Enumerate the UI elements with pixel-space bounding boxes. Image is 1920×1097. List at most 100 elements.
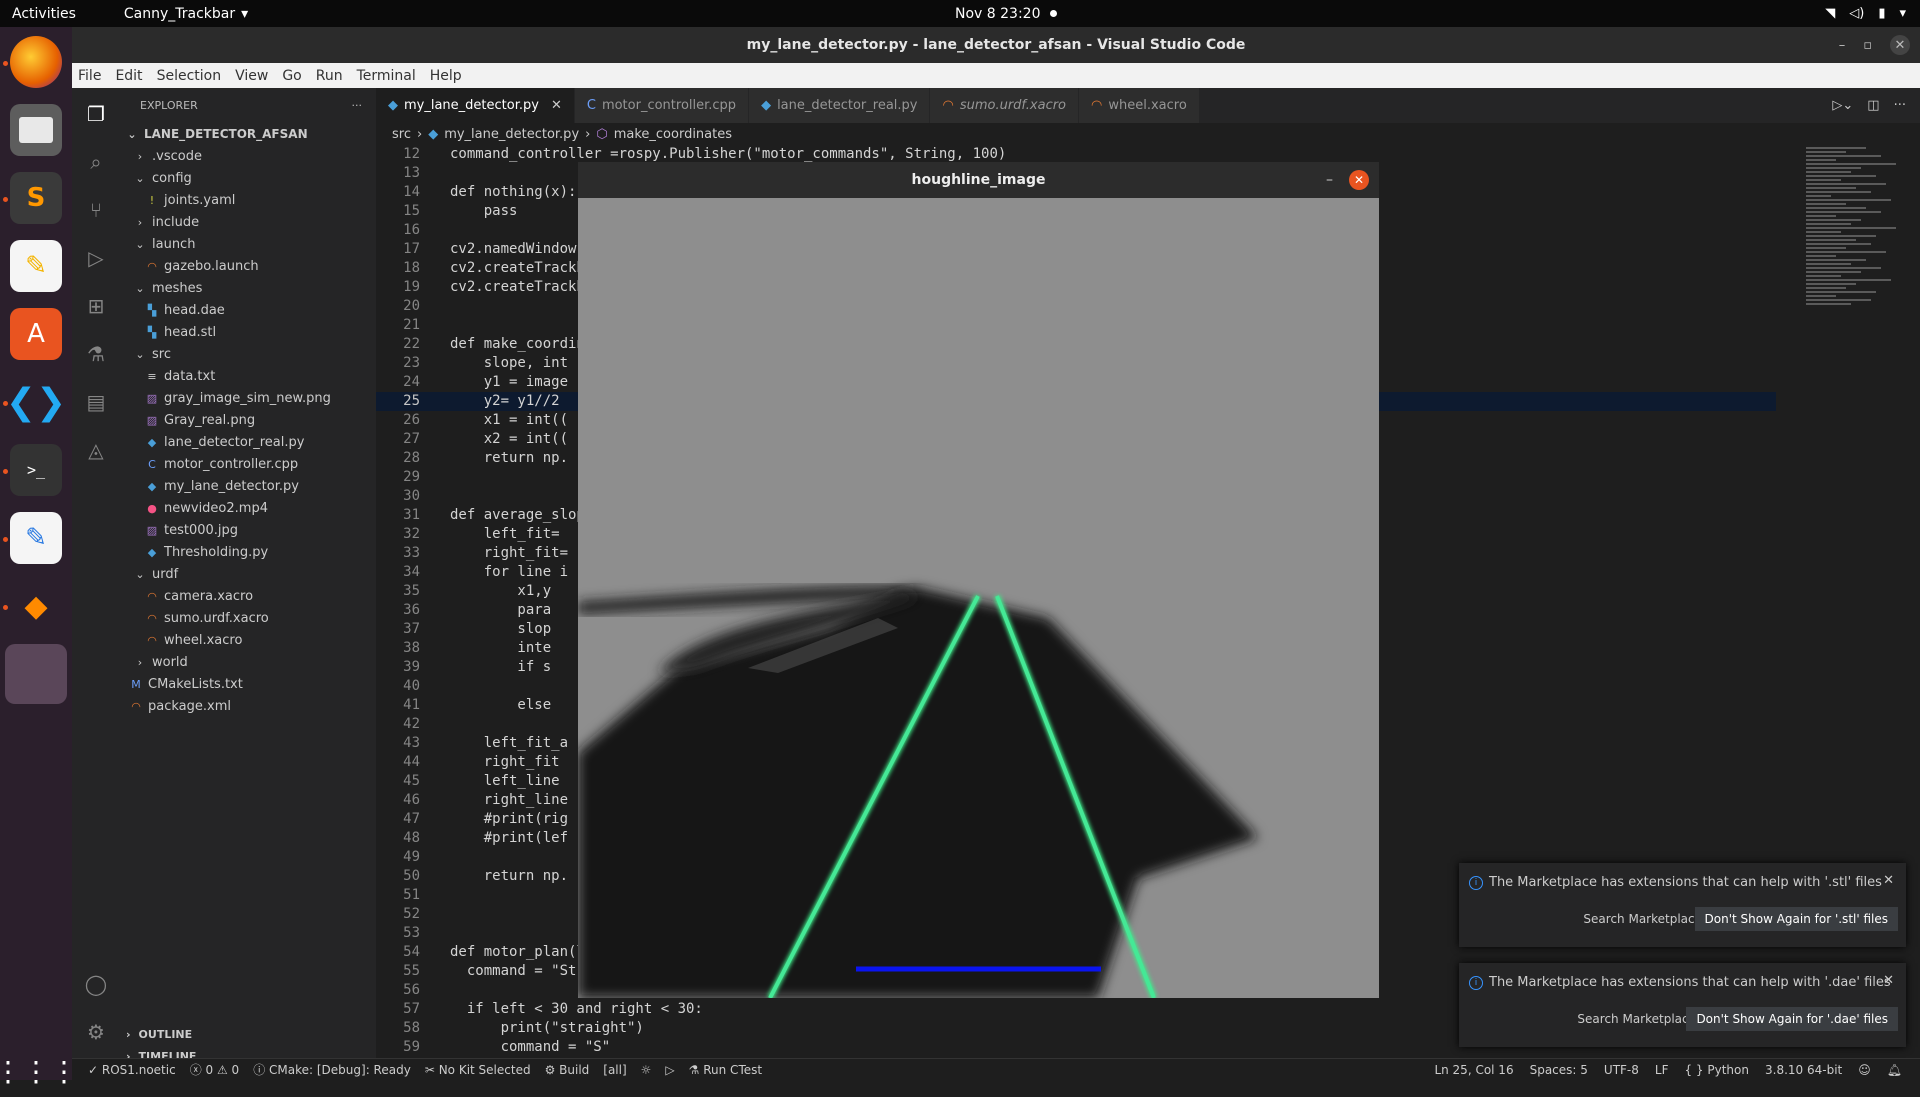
feedback-icon[interactable]: ☺ xyxy=(1858,1063,1871,1077)
files-icon[interactable] xyxy=(10,104,62,156)
kit-status[interactable]: ✂ No Kit Selected xyxy=(425,1063,531,1077)
text-editor-icon[interactable]: ✎ xyxy=(10,240,62,292)
tab-lane-detector-real[interactable]: ◆ lane_detector_real.py xyxy=(749,88,931,123)
menu-go[interactable]: Go xyxy=(282,68,301,84)
app-menu[interactable]: Canny_Trackbar ▾ xyxy=(124,6,248,22)
firefox-icon[interactable] xyxy=(10,36,62,88)
tree-file[interactable]: ◆ Thresholding.py xyxy=(120,541,376,563)
tree-file[interactable]: M CMakeLists.txt xyxy=(120,673,376,695)
tree-file[interactable]: ◠ camera.xacro xyxy=(120,585,376,607)
tree-file[interactable]: ● newvideo2.mp4 xyxy=(120,497,376,519)
cursor-position[interactable]: Ln 25, Col 16 xyxy=(1434,1063,1513,1077)
text-editor-2-icon[interactable]: ✎ xyxy=(10,512,62,564)
manage-gear-icon[interactable]: ⚙ xyxy=(84,1020,108,1044)
tree-file[interactable]: ◠ gazebo.launch xyxy=(120,255,376,277)
software-center-icon[interactable]: A xyxy=(10,308,62,360)
menu-view[interactable]: View xyxy=(235,68,268,84)
menu-edit[interactable]: Edit xyxy=(115,68,142,84)
debug-icon[interactable]: ☼ xyxy=(641,1063,652,1077)
close-icon[interactable]: ✕ xyxy=(1349,170,1369,190)
tree-file[interactable]: Cmotor_controller.cpp xyxy=(120,453,376,475)
close-notification-icon[interactable]: ✕ xyxy=(1883,973,1894,988)
explorer-root-folder[interactable]: ⌄ LANE_DETECTOR_AFSAN xyxy=(120,123,376,145)
ros-status[interactable]: ✓ ROS1.noetic xyxy=(88,1063,176,1077)
system-tray[interactable]: ◥ ◁) ▮ ▾ xyxy=(1825,6,1906,21)
tree-folder[interactable]: ⌄ src xyxy=(120,343,376,365)
testing-icon[interactable]: ⚗ xyxy=(84,342,108,366)
tree-folder[interactable]: › include xyxy=(120,211,376,233)
tree-folder[interactable]: ⌄ launch xyxy=(120,233,376,255)
breadcrumb-file[interactable]: my_lane_detector.py xyxy=(444,127,579,142)
extensions-icon[interactable]: ⊞ xyxy=(84,294,108,318)
tree-file[interactable]: ▚ head.stl xyxy=(120,321,376,343)
close-notification-icon[interactable]: ✕ xyxy=(1883,873,1894,888)
indentation[interactable]: Spaces: 5 xyxy=(1530,1063,1588,1077)
cmake-status[interactable]: ⓘ CMake: [Debug]: Ready xyxy=(253,1061,411,1078)
minimap[interactable] xyxy=(1806,145,1906,475)
split-editor-icon[interactable]: ◫ xyxy=(1867,98,1879,113)
close-icon[interactable]: ✕ xyxy=(1890,35,1910,55)
search-marketplace-button[interactable]: Search Marketplace xyxy=(1577,1012,1696,1026)
tree-folder[interactable]: › world xyxy=(120,651,376,673)
menu-run[interactable]: Run xyxy=(316,68,343,84)
activities-button[interactable]: Activities xyxy=(12,6,76,22)
menu-terminal[interactable]: Terminal xyxy=(357,68,416,84)
more-actions-icon[interactable]: ··· xyxy=(352,99,363,112)
tree-file[interactable]: ◆ lane_detector_real.py xyxy=(120,431,376,453)
tree-folder[interactable]: › .vscode xyxy=(120,145,376,167)
run-debug-icon[interactable]: ▷ xyxy=(84,246,108,270)
ctest-button[interactable]: ⚗ Run CTest xyxy=(689,1063,762,1077)
search-icon[interactable]: ⌕ xyxy=(84,150,108,174)
gazebo-icon[interactable]: ◆ xyxy=(10,580,62,632)
search-marketplace-button[interactable]: Search Marketplace xyxy=(1583,912,1702,926)
cmake-icon[interactable]: ◬ xyxy=(84,438,108,462)
dont-show-again-button[interactable]: Don't Show Again for '.dae' files xyxy=(1686,1007,1898,1031)
tree-file[interactable]: ▨ test000.jpg xyxy=(120,519,376,541)
more-actions-icon[interactable]: ··· xyxy=(1894,98,1906,113)
tree-file[interactable]: ! joints.yaml xyxy=(120,189,376,211)
explorer-icon[interactable]: ❐ xyxy=(84,102,108,126)
tree-file[interactable]: ◠ package.xml xyxy=(120,695,376,717)
sublime-text-icon[interactable]: S xyxy=(10,172,62,224)
tree-folder[interactable]: ⌄ config xyxy=(120,167,376,189)
menu-help[interactable]: Help xyxy=(430,68,462,84)
tree-folder[interactable]: ⌄ urdf xyxy=(120,563,376,585)
tree-file[interactable]: ◠ wheel.xacro xyxy=(120,629,376,651)
tree-file[interactable]: ▨ gray_image_sim_new.png xyxy=(120,387,376,409)
menu-selection[interactable]: Selection xyxy=(157,68,222,84)
maximize-icon[interactable]: ▫ xyxy=(1863,38,1872,53)
tab-wheel-xacro[interactable]: ◠ wheel.xacro xyxy=(1079,88,1200,123)
source-control-icon[interactable]: ⑂ xyxy=(84,198,108,222)
vscode-icon[interactable]: ❮❯ xyxy=(6,376,66,428)
outline-section[interactable]: › OUTLINE xyxy=(120,1023,376,1045)
show-apps-grid-icon[interactable]: ⋮⋮⋮ xyxy=(0,1045,78,1097)
end-of-line[interactable]: LF xyxy=(1655,1063,1669,1077)
breadcrumb-symbol[interactable]: make_coordinates xyxy=(614,127,732,142)
close-tab-icon[interactable]: ✕ xyxy=(551,98,562,113)
breadcrumb-src[interactable]: src xyxy=(392,127,411,142)
problems-status[interactable]: ⓧ 0 ⚠ 0 xyxy=(190,1061,239,1078)
terminal-icon[interactable]: >_ xyxy=(10,444,62,496)
menu-file[interactable]: File xyxy=(78,68,101,84)
launch-icon[interactable]: ▷ xyxy=(665,1063,674,1077)
tree-folder[interactable]: ⌄ meshes xyxy=(120,277,376,299)
run-file-icon[interactable]: ▷⌄ xyxy=(1832,98,1853,113)
dont-show-again-button[interactable]: Don't Show Again for '.stl' files xyxy=(1694,907,1898,931)
build-button[interactable]: ⚙ Build xyxy=(545,1063,590,1077)
accounts-icon[interactable]: ◯ xyxy=(84,972,108,996)
tree-file[interactable]: ≡ data.txt xyxy=(120,365,376,387)
minimize-icon[interactable]: – xyxy=(1839,38,1846,53)
tree-file[interactable]: ◆ my_lane_detector.py xyxy=(120,475,376,497)
tree-file[interactable]: ▨ Gray_real.png xyxy=(120,409,376,431)
remote-explorer-icon[interactable]: ▤ xyxy=(84,390,108,414)
clock[interactable]: Nov 8 23:20 xyxy=(955,6,1058,22)
active-app-icon[interactable] xyxy=(5,644,67,704)
minimize-icon[interactable]: – xyxy=(1326,172,1333,188)
tab-motor-controller[interactable]: C motor_controller.cpp xyxy=(574,88,750,123)
build-target[interactable]: [all] xyxy=(603,1063,626,1077)
tab-sumo-urdf-xacro[interactable]: ◠ sumo.urdf.xacro xyxy=(930,88,1080,123)
notifications-bell-icon[interactable]: 🔔︎ xyxy=(1887,1063,1902,1077)
encoding[interactable]: UTF-8 xyxy=(1604,1063,1639,1077)
tab-my-lane-detector[interactable]: ◆ my_lane_detector.py ✕ xyxy=(376,88,575,123)
tree-file[interactable]: ▚ head.dae xyxy=(120,299,376,321)
